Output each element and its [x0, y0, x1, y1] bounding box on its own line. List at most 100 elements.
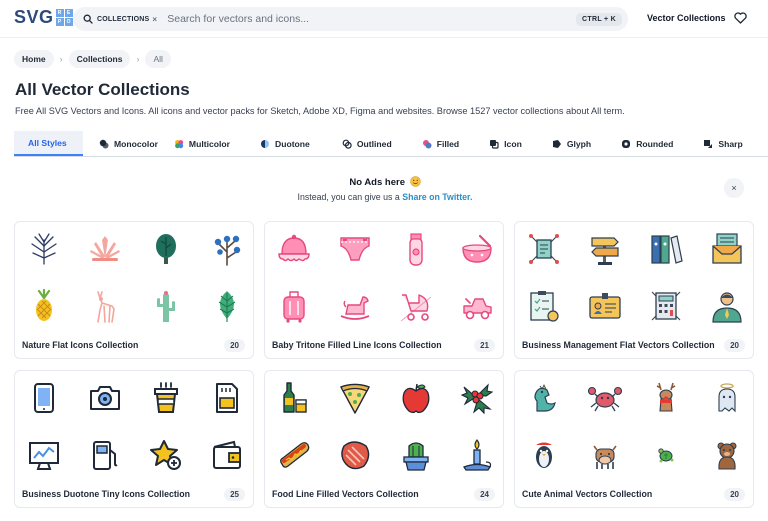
checklist-icon [530, 291, 559, 322]
tab-label: All Styles [28, 137, 67, 148]
logo-text: SVG [14, 7, 54, 27]
apple-icon [402, 383, 430, 414]
collection-count-badge: 20 [724, 339, 745, 352]
breadcrumb-home[interactable]: Home [14, 50, 54, 68]
cactus-icon [157, 291, 175, 322]
turtle-icon [658, 448, 674, 463]
candle-icon [463, 439, 492, 471]
sd-card-icon [216, 383, 238, 413]
collection-card[interactable]: Nature Flat Icons Collection 20 [14, 221, 254, 359]
tab-outlined[interactable]: Outlined [342, 131, 392, 156]
palm-leaf-icon [31, 233, 57, 265]
chevron-right-icon: › [59, 54, 63, 64]
signpost-icon [591, 237, 619, 265]
style-tabs: All Styles Monocolor Multicolor Duotone … [14, 131, 768, 157]
tab-rounded[interactable]: Rounded [621, 131, 673, 156]
trimmer-icon [409, 233, 423, 266]
filled-icon [422, 139, 432, 148]
breadcrumb: Home › Collections › All [14, 50, 171, 68]
binders-icon [651, 235, 683, 264]
tab-multicolor[interactable]: Multicolor [174, 131, 230, 156]
reindeer-icon [656, 382, 676, 412]
outlined-icon [342, 139, 352, 149]
share-on-twitter-link[interactable]: Share on Twitter. [402, 192, 472, 202]
vector-collections-link[interactable]: Vector Collections [647, 13, 726, 23]
document-network-icon [529, 234, 559, 264]
collection-name[interactable]: Business Management Flat Vectors Collect… [522, 340, 715, 350]
hotdog-icon [280, 442, 310, 468]
tab-label: Rounded [636, 138, 674, 149]
ride-on-car-icon [463, 298, 492, 320]
search-icon [83, 14, 93, 24]
chevron-right-icon: › [136, 54, 140, 64]
penguin-icon [536, 442, 552, 468]
archive-box-icon [712, 233, 742, 264]
search-scope-clear-icon[interactable]: × [152, 15, 157, 24]
logo-mark-letter: O [64, 18, 73, 26]
tab-label: Icon [504, 138, 522, 149]
id-card-icon [589, 293, 621, 319]
collection-name[interactable]: Food Line Filled Vectors Collection [272, 489, 419, 499]
steak-icon [341, 441, 370, 470]
collection-name[interactable]: Business Duotone Tiny Icons Collection [22, 489, 190, 499]
agave-icon [90, 236, 120, 261]
icon-grid [515, 232, 755, 342]
cow-icon [593, 445, 617, 469]
tab-label: Filled [436, 138, 460, 149]
search-shortcut-badge: CTRL + K [576, 12, 622, 26]
page-description: Free All SVG Vectors and Icons. All icon… [15, 106, 625, 116]
tab-glyph[interactable]: Glyph [552, 131, 591, 156]
stroller-icon [400, 294, 432, 322]
tree-icon [156, 234, 176, 264]
logo-mark-letter: E [64, 9, 73, 17]
rounded-icon [622, 139, 631, 148]
tab-filled[interactable]: Filled [422, 131, 459, 156]
tab-monocolor[interactable]: Monocolor [99, 131, 158, 156]
ad-text: Instead, you can give us a Share on Twit… [14, 192, 756, 202]
rocking-horse-icon [340, 296, 370, 320]
tab-duotone[interactable]: Duotone [260, 131, 310, 156]
collection-card[interactable]: Cute Animal Vectors Collection 20 [514, 370, 754, 508]
baby-hat-icon [278, 234, 310, 262]
luggage-icon [283, 291, 305, 323]
collection-name[interactable]: Cute Animal Vectors Collection [522, 489, 652, 499]
tab-icon[interactable]: Icon [489, 131, 522, 156]
multicolor-icon [175, 139, 184, 148]
dinosaur-icon [534, 384, 556, 412]
analytics-monitor-icon [29, 442, 59, 470]
search-scope-chip[interactable]: COLLECTIONS × [73, 7, 165, 31]
duotone-icon [260, 139, 269, 148]
bear-icon [717, 442, 737, 470]
ad-title: No Ads here [14, 176, 756, 188]
tab-all-styles[interactable]: All Styles [14, 131, 83, 156]
camera-icon [90, 386, 120, 410]
ad-title-text: No Ads here [349, 177, 405, 188]
tab-sharp[interactable]: Sharp [703, 131, 743, 156]
heart-icon[interactable] [734, 12, 747, 24]
logo-mark: R E P O [55, 9, 73, 26]
breadcrumb-collections[interactable]: Collections [68, 50, 131, 68]
collection-name[interactable]: Nature Flat Icons Collection [22, 340, 138, 350]
search-input[interactable] [165, 13, 577, 25]
collection-count-badge: 25 [224, 488, 245, 501]
icon-grid [15, 381, 255, 491]
collection-card[interactable]: Baby Tritone Filled Line Icons Collectio… [264, 221, 504, 359]
cactus-pot-icon [403, 442, 429, 471]
collection-card[interactable]: Business Duotone Tiny Icons Collection 2… [14, 370, 254, 508]
icon-style-icon [490, 139, 499, 149]
collection-name[interactable]: Baby Tritone Filled Line Icons Collectio… [272, 340, 442, 350]
collection-card[interactable]: Food Line Filled Vectors Collection 24 [264, 370, 504, 508]
ad-banner: No Ads here Instead, you can give us a S… [14, 170, 756, 212]
pizza-icon [340, 383, 370, 414]
tablet-icon [34, 383, 54, 413]
close-icon[interactable]: × [724, 178, 744, 198]
collection-card[interactable]: Business Management Flat Vectors Collect… [514, 221, 754, 359]
icon-grid [265, 232, 505, 342]
berry-branch-icon [214, 235, 241, 266]
site-logo[interactable]: SVG R E P O [14, 7, 73, 28]
icon-grid [515, 381, 755, 491]
breadcrumb-current: All [145, 50, 171, 68]
diaper-icon [340, 237, 370, 261]
tab-label: Multicolor [188, 138, 230, 149]
glyph-icon [552, 139, 561, 148]
